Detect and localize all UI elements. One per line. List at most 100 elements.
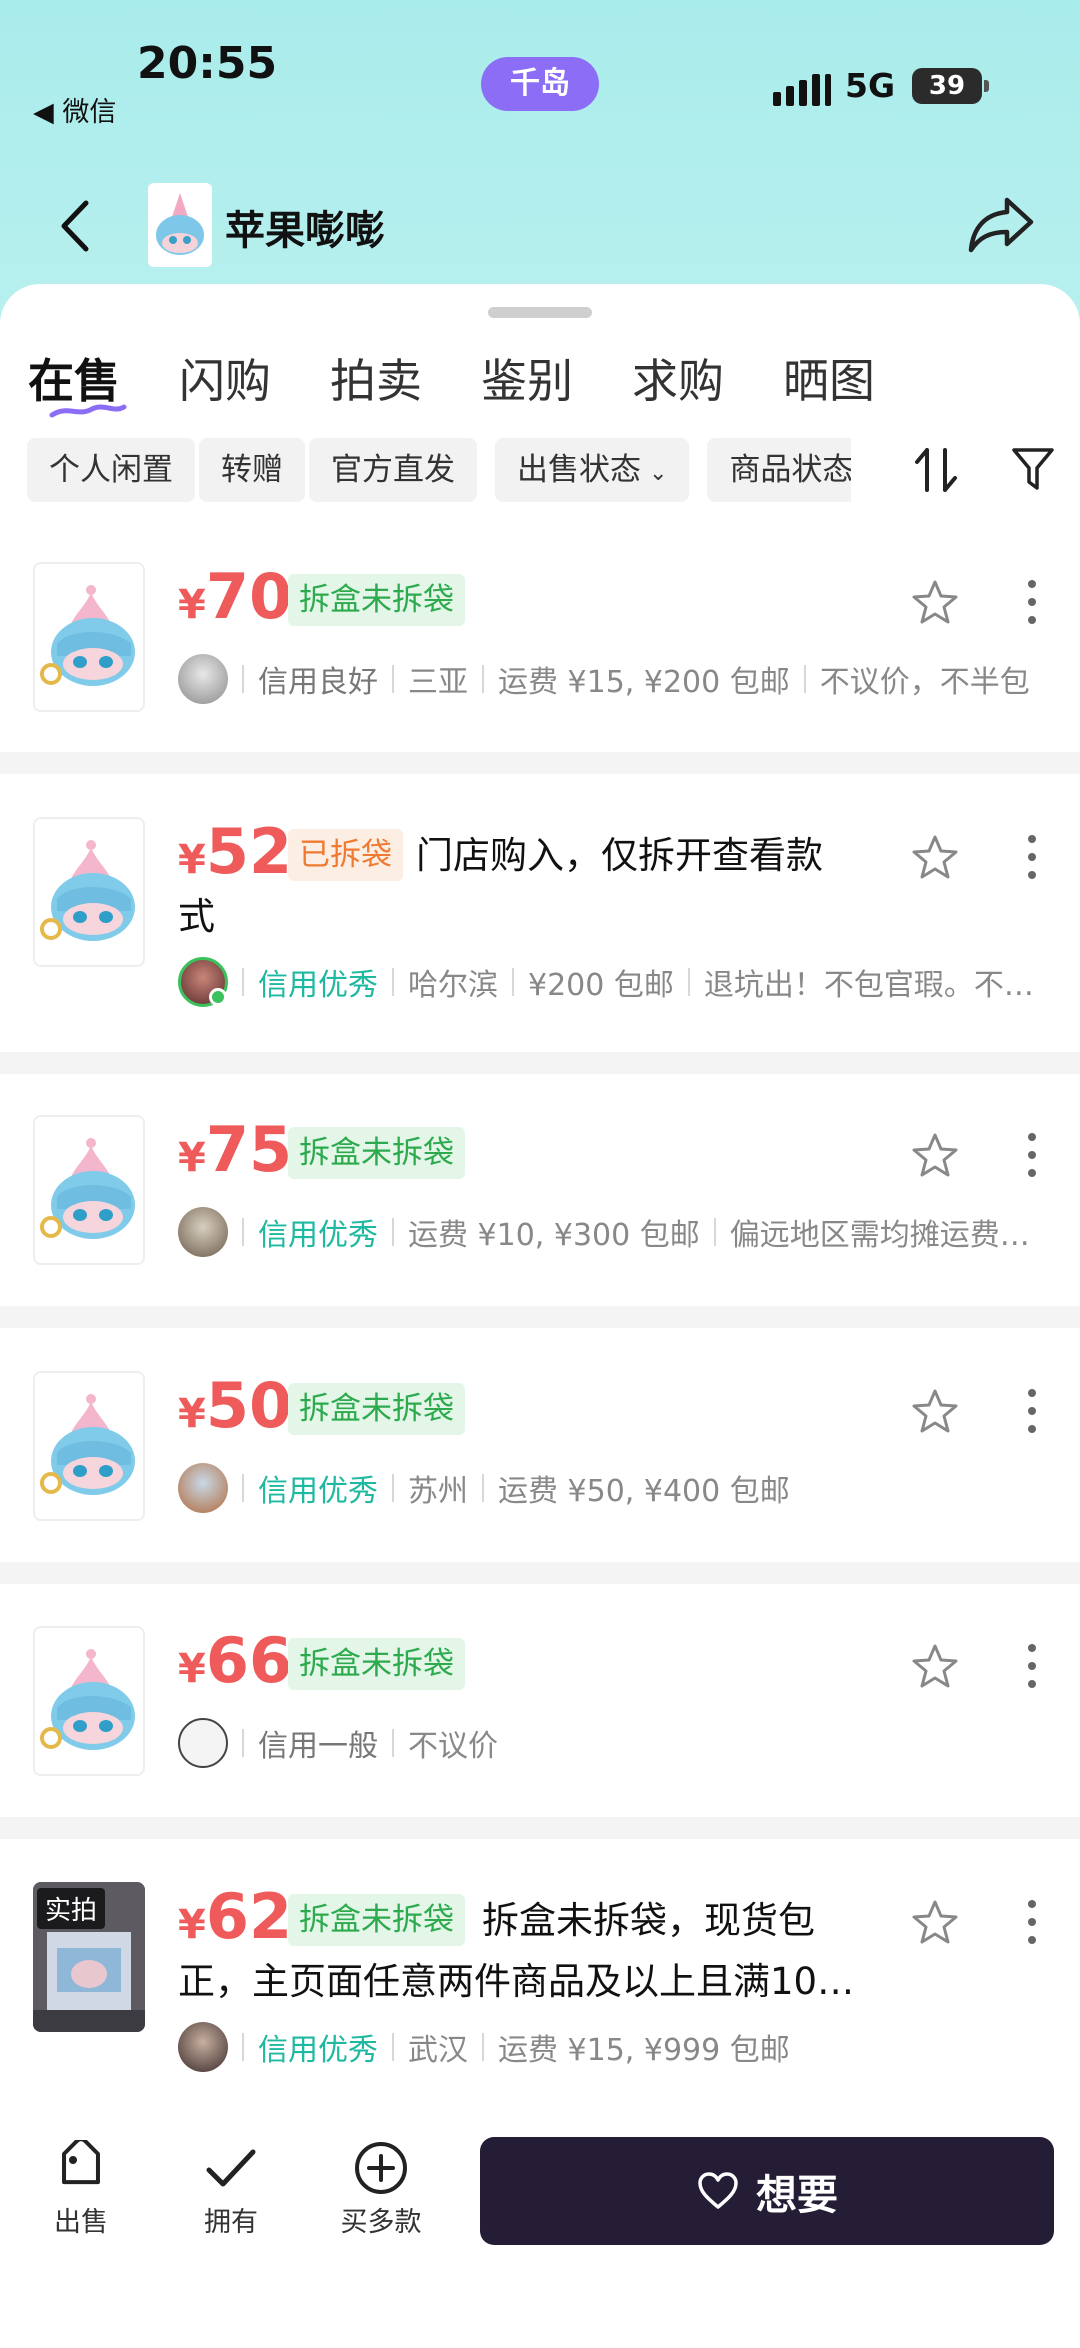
seller-avatar[interactable]: [178, 654, 228, 704]
sell-button[interactable]: 出售: [31, 2140, 131, 2239]
condition-tag: 拆盒未拆袋: [288, 1638, 465, 1690]
tab-label: 拍卖: [330, 354, 422, 408]
tab-flash-sale[interactable]: 闪购: [179, 345, 330, 411]
filter-sale-status-dropdown[interactable]: 出售状态 ⌄: [495, 438, 690, 502]
product-image: [33, 1626, 145, 1776]
location: 三亚: [408, 665, 468, 700]
filter-icon[interactable]: [1010, 446, 1056, 492]
real-photo-badge: 实拍: [37, 1888, 106, 1929]
condition-tag: 拆盒未拆袋: [288, 1127, 465, 1179]
signal-icon: [773, 74, 831, 106]
filter-official-direct[interactable]: 官方直发: [309, 438, 477, 502]
description-line-1: 拆盒未拆袋，现货包: [482, 1899, 815, 1942]
seller-avatar[interactable]: [178, 957, 228, 1007]
listing-item[interactable]: ¥50 拆盒未拆袋 信用优秀 苏州 运费 ¥50, ¥400 包邮: [0, 1369, 1080, 1559]
more-options-icon[interactable]: [1022, 1131, 1042, 1179]
star-icon[interactable]: [910, 1642, 960, 1690]
tab-label: 求购: [632, 354, 724, 408]
location: 苏州: [408, 1474, 468, 1509]
listing-meta: 信用一般 不议价: [178, 1718, 1058, 1768]
battery-icon: 39: [912, 68, 982, 104]
product-image: [33, 1115, 145, 1265]
listing-meta: 信用优秀 苏州 运费 ¥50, ¥400 包邮: [178, 1463, 1058, 1513]
more-options-icon[interactable]: [1022, 833, 1042, 881]
more-options-icon[interactable]: [1022, 578, 1042, 626]
price-value: 50: [205, 1369, 293, 1442]
separator: [242, 1218, 244, 1246]
tab-wanted[interactable]: 求购: [632, 345, 783, 411]
more-options-icon[interactable]: [1022, 1898, 1042, 1946]
own-label: 拥有: [204, 2207, 258, 2238]
want-button[interactable]: 想要: [480, 2137, 1054, 2245]
price-value: 70: [205, 560, 293, 633]
seller-credit: 信用良好: [258, 665, 378, 700]
seller-note: 退坑出！不包官瑕。不…: [703, 968, 1034, 1003]
listing-item[interactable]: ¥52 已拆袋 门店购入，仅拆开查看款 式 信用优秀 哈尔滨 ¥200 包邮 退…: [0, 815, 1080, 1050]
location: 武汉: [408, 2033, 468, 2068]
seller-credit: 信用优秀: [258, 1218, 378, 1253]
tab-photos[interactable]: 晒图: [783, 345, 934, 411]
seller-avatar[interactable]: [178, 1463, 228, 1513]
sell-label: 出售: [54, 2207, 108, 2238]
own-button[interactable]: 拥有: [181, 2140, 281, 2239]
chevron-left-icon[interactable]: [52, 193, 102, 259]
star-icon[interactable]: [910, 833, 960, 881]
star-icon[interactable]: [910, 1387, 960, 1435]
more-options-icon[interactable]: [1022, 1387, 1042, 1435]
seller-avatar[interactable]: [178, 1718, 228, 1768]
more-options-icon[interactable]: [1022, 1642, 1042, 1690]
network-label: 5G: [845, 66, 896, 105]
seller-avatar[interactable]: [178, 1207, 228, 1257]
seller-avatar[interactable]: [178, 2022, 228, 2072]
shipping-info: ¥200 包邮: [528, 968, 674, 1003]
currency-symbol: ¥: [178, 1391, 206, 1437]
description-line-1: 门店购入，仅拆开查看款: [416, 834, 823, 877]
dynamic-island-badge: 千岛: [481, 57, 599, 111]
heart-icon: [698, 2172, 738, 2209]
filter-item-status[interactable]: 商品状态: [707, 438, 852, 502]
price-value: 75: [205, 1113, 293, 1186]
tab-label: 晒图: [783, 354, 875, 408]
tab-auction[interactable]: 拍卖: [330, 345, 481, 411]
star-icon[interactable]: [910, 1131, 960, 1179]
shipping-info: 运费 ¥50, ¥400 包邮: [498, 1474, 790, 1509]
separator: [242, 968, 244, 996]
plus-circle-icon: [355, 2142, 407, 2194]
tab-authenticate[interactable]: 鉴别: [481, 345, 632, 411]
separator: [803, 665, 806, 693]
star-icon[interactable]: [910, 578, 960, 626]
share-icon[interactable]: [965, 192, 1037, 258]
separator: [713, 1218, 716, 1246]
star-icon[interactable]: [910, 1898, 960, 1946]
shipping-info: 运费 ¥10, ¥300 包邮: [408, 1218, 700, 1253]
listing-item[interactable]: 实拍 ¥62 拆盒未拆袋 拆盒未拆袋，现货包 正，主页面任意两件商品及以上且满1…: [0, 1880, 1080, 2095]
separator: [392, 1474, 394, 1502]
sort-icon[interactable]: [913, 446, 959, 494]
seller-credit: 信用优秀: [258, 968, 378, 1003]
separator: [392, 1729, 394, 1757]
seller-credit: 信用一般: [258, 1729, 378, 1764]
separator: [392, 1218, 394, 1246]
price-value: 66: [205, 1624, 293, 1697]
listing-item[interactable]: ¥66 拆盒未拆袋 信用一般 不议价: [0, 1624, 1080, 1814]
filter-personal-idle[interactable]: 个人闲置: [27, 438, 195, 502]
separator: [242, 665, 244, 693]
tab-label: 鉴别: [481, 354, 573, 408]
tab-on-sale[interactable]: 在售: [28, 345, 179, 418]
tab-bar: 在售 闪购 拍卖 鉴别 求购 晒图: [28, 345, 934, 418]
separator: [392, 665, 394, 693]
sheet-handle[interactable]: [488, 307, 592, 318]
separator: [687, 968, 690, 996]
currency-symbol: ¥: [178, 1135, 206, 1181]
back-to-app-link[interactable]: ◀ 微信: [33, 90, 116, 129]
currency-symbol: ¥: [178, 1646, 206, 1692]
seller-note: 不议价: [408, 1729, 498, 1764]
listing-item[interactable]: ¥70 拆盒未拆袋 信用良好 三亚 运费 ¥15, ¥200 包邮 不议价，不半…: [0, 560, 1080, 750]
filter-gift[interactable]: 转赠: [199, 438, 305, 502]
listing-item[interactable]: ¥75 拆盒未拆袋 信用优秀 运费 ¥10, ¥300 包邮 偏远地区需均摊运费…: [0, 1113, 1080, 1303]
tab-label: 在售: [28, 354, 120, 408]
separator: [242, 1729, 244, 1757]
buy-more-button[interactable]: 买多款: [331, 2140, 431, 2239]
list-divider: [0, 1817, 1080, 1839]
currency-symbol: ¥: [178, 582, 206, 628]
